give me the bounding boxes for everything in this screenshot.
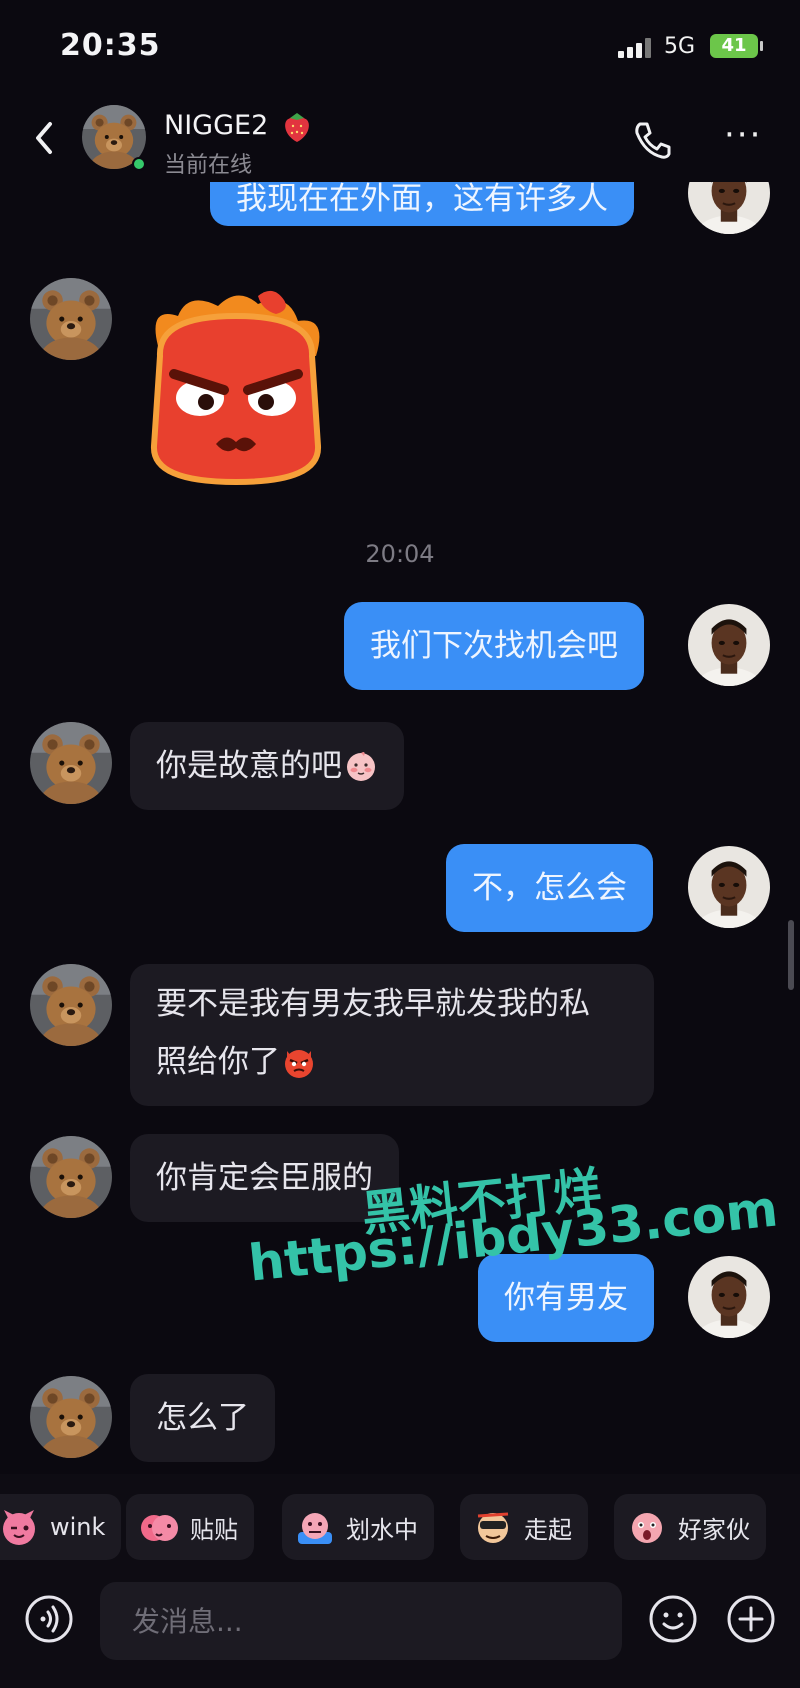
signal-icon [618, 38, 652, 58]
wink-sticker-icon [3, 1510, 35, 1545]
sticker-suggestion-bar: wink 贴贴 划水中 走起 好家伙 [0, 1474, 800, 1584]
contact-name[interactable]: NIGGE2 [164, 110, 268, 141]
back-arrow-icon[interactable] [30, 118, 58, 158]
message-bubble-outgoing[interactable]: 我现在在外面，这有许多人 [210, 182, 634, 226]
message-text: 你有男友 [504, 1280, 628, 1316]
network-type: 5G [664, 34, 696, 59]
shy-face-emoji [344, 749, 378, 783]
devil-face-emoji [282, 1045, 316, 1079]
sticker-label: 划水中 [346, 1515, 418, 1544]
status-time: 20:35 [60, 28, 161, 63]
slacking-sticker-icon [298, 1513, 332, 1544]
contact-avatar[interactable] [30, 1376, 112, 1458]
scrollbar[interactable] [788, 920, 794, 990]
message-text: 我们下次找机会吧 [370, 628, 618, 664]
time-separator: 20:04 [365, 540, 435, 568]
angry-red-blob-sticker[interactable] [138, 286, 334, 486]
sticker-label: 好家伙 [678, 1515, 750, 1544]
battery-icon: 41 [710, 34, 763, 58]
contact-avatar[interactable] [30, 964, 112, 1046]
lets-go-sticker-icon [477, 1512, 509, 1543]
sticker-chip-wow[interactable]: 好家伙 [614, 1494, 766, 1560]
message-bubble-outgoing[interactable]: 你有男友 [478, 1254, 654, 1342]
contact-avatar[interactable] [30, 278, 112, 360]
emoji-icon[interactable] [648, 1594, 698, 1644]
hug-sticker-icon [141, 1515, 178, 1541]
message-text: 我现在在外面，这有许多人 [236, 182, 608, 217]
phone-icon[interactable] [630, 118, 674, 162]
my-avatar[interactable] [688, 182, 770, 234]
message-input[interactable] [100, 1582, 622, 1660]
strawberry-icon [285, 113, 309, 142]
online-indicator [132, 157, 146, 171]
voice-icon[interactable] [24, 1594, 74, 1644]
contact-status: 当前在线 [164, 153, 253, 178]
contact-avatar[interactable] [30, 1136, 112, 1218]
my-avatar[interactable] [688, 1256, 770, 1338]
chat-area[interactable]: 我现在在外面，这有许多人 20:04 我们下次找机会吧 你是故意的吧 不，怎么会… [0, 182, 800, 1472]
message-text-line: 照给你了 [156, 1044, 280, 1080]
sticker-chip-lets-go[interactable]: 走起 [460, 1494, 588, 1560]
wow-sticker-icon [632, 1513, 662, 1543]
sticker-chip-wink[interactable]: wink [0, 1494, 122, 1560]
message-text: 你肯定会臣服的 [156, 1160, 373, 1196]
contact-avatar[interactable] [30, 722, 112, 804]
sticker-chip-hug[interactable]: 贴贴 [126, 1494, 254, 1560]
plus-icon[interactable] [726, 1594, 776, 1644]
message-bubble-outgoing[interactable]: 我们下次找机会吧 [344, 602, 644, 690]
message-bubble-outgoing[interactable]: 不，怎么会 [446, 844, 653, 932]
message-bubble-incoming[interactable]: 要不是我有男友我早就发我的私 照给你了 [130, 964, 654, 1106]
sticker-label: 贴贴 [190, 1515, 238, 1544]
message-text-line: 要不是我有男友我早就发我的私 [156, 986, 590, 1022]
sticker-label: wink [50, 1513, 106, 1541]
message-text: 你是故意的吧 [156, 748, 342, 784]
message-bubble-incoming[interactable]: 你是故意的吧 [130, 722, 404, 810]
message-bubble-incoming[interactable]: 怎么了 [130, 1374, 275, 1462]
message-text: 不，怎么会 [472, 870, 627, 906]
message-text: 怎么了 [156, 1400, 249, 1436]
my-avatar[interactable] [688, 846, 770, 928]
more-options-icon[interactable]: ··· [724, 118, 764, 155]
sticker-chip-slacking[interactable]: 划水中 [282, 1494, 434, 1560]
my-avatar[interactable] [688, 604, 770, 686]
sticker-label: 走起 [524, 1515, 572, 1544]
